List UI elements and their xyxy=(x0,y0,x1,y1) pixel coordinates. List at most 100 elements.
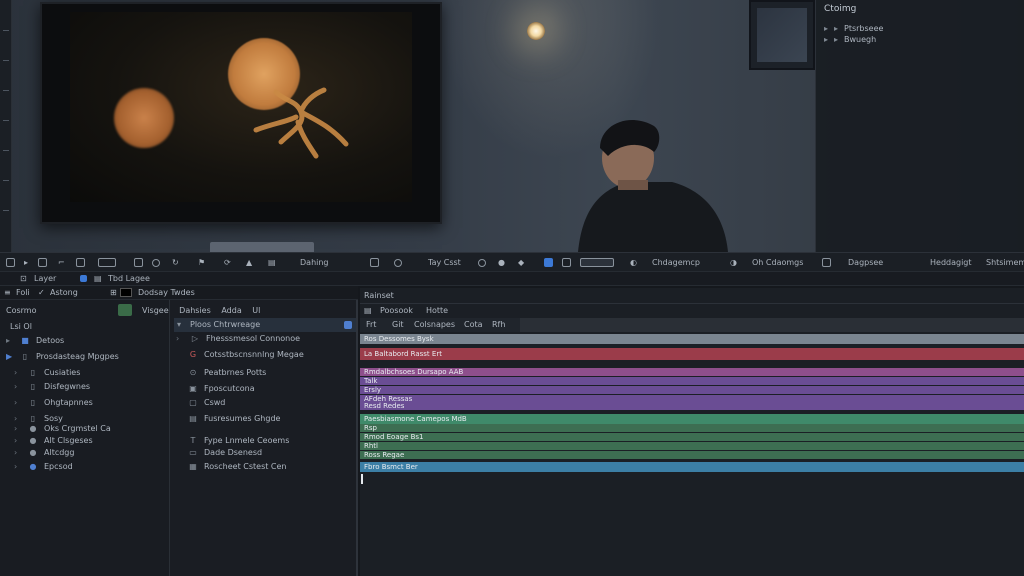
left-tool-rail[interactable] xyxy=(0,0,12,252)
media-item[interactable]: ⊙ Peatbrnes Potts xyxy=(188,366,267,380)
wall-monitor xyxy=(40,2,442,224)
layer-label[interactable]: Layer xyxy=(34,272,56,286)
timeline-track[interactable]: Rmdalbchsoes Dursapo AAB xyxy=(360,368,1024,376)
timeline-icon[interactable] xyxy=(98,253,116,273)
dahing-button[interactable]: Dahing xyxy=(300,253,329,273)
circle-icon[interactable] xyxy=(152,253,160,273)
spiral-icon: G xyxy=(189,350,197,359)
save-icon[interactable]: ▤ xyxy=(268,253,276,273)
timeline-track[interactable]: La Baltabord Rasst Ert xyxy=(360,348,1024,360)
razor-icon[interactable]: ⌐ xyxy=(58,253,65,273)
color-icon[interactable]: ◐ xyxy=(630,253,637,273)
timeline-track[interactable]: Ross Regae xyxy=(360,451,1024,459)
dagpsee-button[interactable]: Dagpsee xyxy=(848,253,883,273)
oh-cdaomgs-button[interactable]: Oh Cdaomgs xyxy=(752,253,803,273)
rail-tick xyxy=(3,120,9,121)
media-item[interactable]: ▦ Roscheet Cstest Cen xyxy=(188,460,286,474)
tab-ul[interactable]: Ul xyxy=(252,306,260,315)
menu-icon[interactable]: ▤ xyxy=(364,304,372,318)
expand-icon: ▾ xyxy=(176,320,181,329)
loop-icon[interactable]: ⟳ xyxy=(224,253,231,273)
timeline-track[interactable]: Fbro Bsmct Ber xyxy=(360,462,1024,472)
display-title[interactable]: Dodsay Twdes xyxy=(138,286,195,300)
tab-fol[interactable]: Foli xyxy=(16,286,30,300)
list-icon[interactable]: ⊞ xyxy=(110,286,117,300)
tab-visgee[interactable]: Visgee xyxy=(142,306,169,315)
check-icon[interactable]: ✓ xyxy=(38,286,45,300)
timeline-track[interactable]: Resd Redes xyxy=(360,402,1024,410)
tab-colsnapes[interactable]: Colsnapes xyxy=(414,318,455,332)
effects-panel-title: Ctoimg xyxy=(824,4,857,14)
multicam-icon[interactable] xyxy=(562,253,571,273)
media-item[interactable]: ▢ Cswd xyxy=(188,396,225,410)
wall-lamp xyxy=(527,22,545,40)
monitor-screen xyxy=(70,12,412,202)
menu-icon[interactable] xyxy=(6,253,15,273)
folder-row[interactable]: ▸ ■ Detoos xyxy=(6,334,64,348)
frame-icon[interactable] xyxy=(134,253,143,273)
timeline-track[interactable]: Ersly xyxy=(360,386,1024,394)
timeline-track[interactable]: Rhtl xyxy=(360,442,1024,450)
toggle-icon[interactable]: ◑ xyxy=(730,253,737,273)
list-item[interactable]: › ▯ Cusiaties xyxy=(14,366,80,380)
media-item[interactable]: ▣ Fposcutcona xyxy=(188,382,254,396)
panel-header: ≡ Foli ✓ Astong ⊞ Dodsay Twdes xyxy=(0,286,358,300)
select-icon[interactable]: ▸ xyxy=(24,253,28,273)
dot-icon[interactable]: ● xyxy=(498,253,505,273)
chdagemcp-button[interactable]: Chdagemcp xyxy=(652,253,700,273)
tab-layer[interactable]: Tbd Lagee xyxy=(108,272,150,286)
active-tool-icon[interactable] xyxy=(544,253,553,273)
triangle-icon[interactable]: ▲ xyxy=(246,253,252,273)
marker-icon[interactable]: ◆ xyxy=(518,253,524,273)
shtsimem-button[interactable]: Shtsimem xyxy=(986,253,1024,273)
tab-cota[interactable]: Cota xyxy=(464,318,483,332)
rotate-icon[interactable]: ↻ xyxy=(172,253,179,273)
media-item[interactable]: › ▷ Fhesssmesol Connonoe xyxy=(176,332,300,346)
film-icon: ▦ xyxy=(189,462,197,471)
playhead[interactable] xyxy=(361,474,363,484)
hitdagigt-button[interactable]: Heddagigt xyxy=(930,253,972,273)
list-item[interactable]: › ● Epcsod xyxy=(14,460,73,474)
timeline-ruler[interactable] xyxy=(520,318,1024,332)
list-item[interactable]: › ● Altcdgg xyxy=(14,446,74,460)
bars-icon[interactable]: ≡ xyxy=(4,286,11,300)
timeline-track[interactable]: Rmod Eoage Bs1 xyxy=(360,433,1024,441)
media-header-row[interactable]: ▾ Ploos Chtrwreage xyxy=(174,318,356,332)
flag-icon[interactable]: ⚑ xyxy=(198,253,205,273)
play-icon: ▷ xyxy=(191,334,199,343)
tab-git[interactable]: Git xyxy=(392,318,404,332)
tay-cset-button[interactable]: Tay Csst xyxy=(428,253,461,273)
add-icon[interactable] xyxy=(118,304,132,316)
timer-icon[interactable] xyxy=(394,253,402,273)
list-item[interactable]: ▶ ▯ Prosdasteag Mpgpes xyxy=(6,350,119,364)
tab-rfh[interactable]: Rfh xyxy=(492,318,505,332)
timeline-track[interactable]: Talk xyxy=(360,377,1024,385)
effects-item[interactable]: ▸ ▸ Bwuegh xyxy=(824,35,876,44)
timeline-track[interactable]: Paesbiasmone Camepos MdB xyxy=(360,414,1024,424)
chevron-right-icon: ▸ xyxy=(824,35,829,44)
file-icon: ▯ xyxy=(30,398,36,407)
tab-dahsies[interactable]: Dahsies xyxy=(179,306,211,315)
tab-adda[interactable]: Adda xyxy=(221,306,241,315)
grid-icon[interactable] xyxy=(38,253,47,273)
timeline-track[interactable]: Rsp xyxy=(360,424,1024,432)
save-icon: ▤ xyxy=(189,414,197,423)
folder-icon[interactable] xyxy=(822,253,831,273)
menu-poosook[interactable]: Poosook xyxy=(380,304,413,318)
tab-frt[interactable]: Frt xyxy=(366,318,376,332)
display-icon[interactable] xyxy=(580,253,614,273)
media-item[interactable]: ▤ Fusresumes Ghgde xyxy=(188,412,280,426)
settings-icon[interactable] xyxy=(344,321,352,329)
media-item[interactable]: ▭ Dade Dsenesd xyxy=(188,446,262,460)
media-item[interactable]: G Cotsstbscnsnnlng Megae xyxy=(188,348,304,362)
swatch-icon[interactable] xyxy=(120,286,132,300)
tab-astong[interactable]: Astong xyxy=(50,286,78,300)
list-item[interactable]: › ▯ Disfegwnes xyxy=(14,380,90,394)
film-icon[interactable] xyxy=(370,253,379,273)
effects-item[interactable]: ▸ ▸ Ptsrbseee xyxy=(824,24,883,33)
circle-icon[interactable] xyxy=(478,253,486,273)
track-icon[interactable] xyxy=(76,253,85,273)
menu-hotte[interactable]: Hotte xyxy=(426,304,448,318)
list-item[interactable]: › ▯ Ohgtapnnes xyxy=(14,396,93,410)
timeline-track[interactable]: Ros Dessomes Bysk xyxy=(360,334,1024,344)
